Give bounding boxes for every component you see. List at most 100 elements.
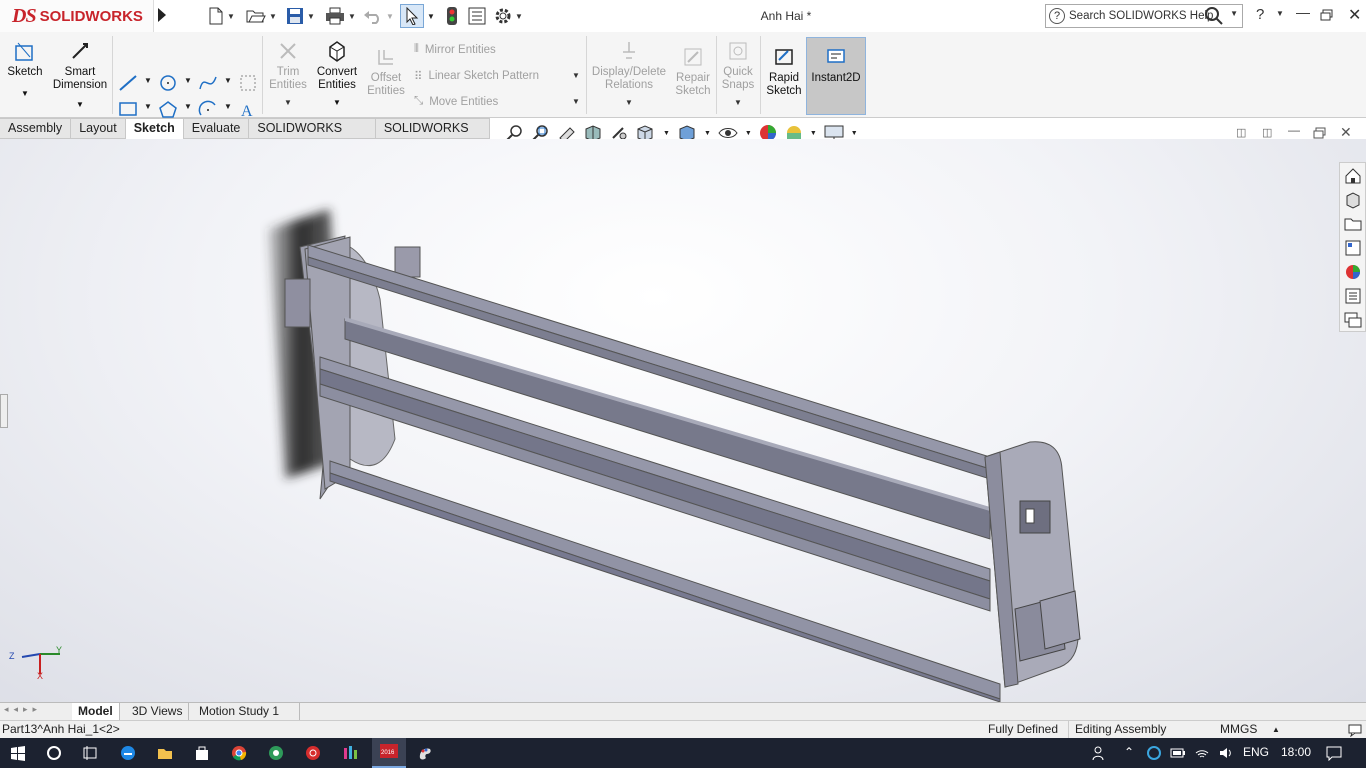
viewport-minimize-button[interactable]: — [1288, 123, 1300, 137]
solidworks-taskbar-button[interactable]: 2016 [372, 738, 406, 768]
windows-start-icon[interactable] [10, 745, 26, 761]
instant2d-button[interactable]: Instant2D [806, 37, 866, 115]
edge-icon[interactable] [120, 745, 136, 761]
app-bars-icon[interactable] [342, 745, 358, 761]
tab-solidworks-mbd[interactable]: SOLIDWORKS MBD [375, 118, 490, 154]
viewport-restore-icon[interactable] [1313, 127, 1327, 139]
search-dropdown[interactable]: ▼ [1230, 9, 1238, 18]
spline-icon[interactable] [198, 74, 218, 92]
feature-tree-expander[interactable] [0, 394, 8, 428]
tab-layout[interactable]: Layout [71, 118, 126, 139]
bottom-tab-bar: ◂◂▸▸ Model 3D Views Motion Study 1 [0, 702, 1366, 721]
wifi-icon[interactable] [1194, 745, 1210, 761]
apply-scene-dropdown[interactable]: ▼ [810, 130, 817, 137]
command-tabs: AssemblyLayoutSketchEvaluateSOLIDWORKS A… [0, 118, 490, 154]
smart-dimension-button[interactable]: Smart Dimension ▼ [52, 40, 108, 111]
offset-entities-button[interactable]: Offset Entities [364, 46, 408, 98]
app-red-icon[interactable] [305, 745, 321, 761]
view-settings-dropdown[interactable]: ▼ [851, 130, 858, 137]
design-library-icon[interactable] [1344, 191, 1362, 209]
move-entities-button[interactable]: ⤡ Move Entities [414, 95, 498, 108]
coccoc-tray-icon[interactable] [1146, 745, 1162, 761]
custom-properties-icon[interactable] [1344, 287, 1362, 305]
mirror-entities-button[interactable]: ⫴ Mirror Entities [414, 43, 496, 56]
action-center-icon[interactable] [1326, 745, 1342, 761]
repair-sketch-button[interactable]: Repair Sketch [672, 46, 714, 98]
circle-icon[interactable] [158, 74, 178, 92]
file-explorer-icon[interactable] [1344, 215, 1362, 233]
linear-sketch-pattern-button[interactable]: ⠿ Linear Sketch Pattern [414, 69, 539, 83]
search-icon[interactable] [1204, 6, 1224, 26]
units-dropdown-icon[interactable]: ▲ [1272, 721, 1280, 738]
tooltip-icon[interactable] [1348, 723, 1362, 737]
close-button[interactable]: ✕ [1348, 5, 1361, 25]
display-style-dropdown[interactable]: ▼ [704, 130, 711, 137]
show-hidden-icons-icon[interactable]: ⌃ [1124, 745, 1134, 759]
move-dropdown[interactable]: ▼ [572, 97, 580, 106]
paint-icon[interactable] [417, 745, 433, 761]
tab-evaluate[interactable]: Evaluate [183, 118, 250, 139]
convert-entities-button[interactable]: Convert Entities ▼ [314, 40, 360, 109]
sketch-button[interactable]: Sketch ▼ [4, 40, 46, 100]
hide-show-dropdown[interactable]: ▼ [745, 130, 752, 137]
repair-label-2: Sketch [675, 85, 711, 97]
search-placeholder: Search SOLIDWORKS Help [1069, 10, 1214, 22]
people-icon[interactable] [1092, 745, 1108, 761]
store-icon[interactable] [194, 745, 210, 761]
display-delete-relations-button[interactable]: Display/Delete Relations ▼ [590, 40, 668, 109]
clock[interactable]: 18:00 [1281, 745, 1311, 759]
appearances-icon[interactable] [1344, 263, 1362, 281]
trim-entities-button[interactable]: Trim Entities ▼ [266, 40, 310, 109]
tab-model[interactable]: Model [72, 703, 120, 721]
view-palette-icon[interactable] [1344, 239, 1362, 257]
text-icon[interactable]: A [238, 100, 258, 118]
windows-taskbar: 2016 ⌃ ENG 18:00 [0, 738, 1366, 768]
tab-motion-study[interactable]: Motion Study 1 [193, 703, 300, 721]
construction-geometry-icon[interactable] [238, 74, 258, 92]
line-icon[interactable] [118, 74, 138, 92]
graphics-area[interactable]: Y Z X [0, 139, 1366, 702]
tile-left-icon[interactable]: ◫ [1236, 126, 1246, 139]
tab-sketch[interactable]: Sketch [125, 118, 184, 139]
home-icon[interactable] [1344, 167, 1362, 185]
units-selector[interactable]: MMGS [1220, 721, 1257, 738]
restore-icon[interactable] [1320, 9, 1334, 21]
polygon-icon[interactable] [158, 100, 178, 118]
svg-text:A: A [241, 103, 253, 118]
volume-icon[interactable] [1218, 745, 1234, 761]
rapid-sketch-button[interactable]: Rapid Sketch [764, 46, 804, 98]
mirror-label: Mirror Entities [424, 43, 496, 56]
tab-solidworks-add-ins[interactable]: SOLIDWORKS Add-Ins [249, 118, 376, 154]
rectangle-icon[interactable] [118, 100, 138, 118]
search-help-input[interactable]: ? Search SOLIDWORKS Help ▼ [1045, 4, 1243, 28]
assembly-model[interactable] [0, 139, 1366, 702]
arc-dropdown[interactable]: ▼ [224, 102, 232, 111]
help-button[interactable]: ? [1256, 6, 1264, 23]
circle-dropdown[interactable]: ▼ [184, 76, 192, 85]
trim-label-1: Trim [276, 66, 300, 78]
linear-pattern-dropdown[interactable]: ▼ [572, 71, 580, 80]
instant2d-icon [827, 49, 845, 63]
tab-scroll-arrows[interactable]: ◂◂▸▸ [4, 704, 42, 715]
input-language[interactable]: ENG [1243, 745, 1269, 759]
cortana-icon[interactable] [46, 745, 62, 761]
task-view-icon[interactable] [82, 745, 98, 761]
help-dropdown[interactable]: ▼ [1276, 9, 1284, 18]
polygon-dropdown[interactable]: ▼ [184, 102, 192, 111]
arc-icon[interactable] [198, 100, 218, 118]
minimize-button[interactable]: — [1296, 4, 1310, 20]
coccoc-icon[interactable] [268, 745, 284, 761]
tab-3d-views[interactable]: 3D Views [126, 703, 190, 721]
spline-dropdown[interactable]: ▼ [224, 76, 232, 85]
view-orientation-dropdown[interactable]: ▼ [663, 130, 670, 137]
convert-entities-icon [329, 41, 345, 62]
quick-snaps-button[interactable]: Quick Snaps ▼ [718, 40, 758, 109]
rectangle-dropdown[interactable]: ▼ [144, 102, 152, 111]
file-explorer-taskbar-icon[interactable] [157, 745, 173, 761]
forum-icon[interactable] [1344, 311, 1362, 329]
line-dropdown[interactable]: ▼ [144, 76, 152, 85]
tab-assembly[interactable]: Assembly [0, 118, 72, 139]
battery-icon[interactable] [1170, 745, 1186, 761]
tile-right-icon[interactable]: ◫ [1262, 126, 1272, 139]
chrome-icon[interactable] [231, 745, 247, 761]
